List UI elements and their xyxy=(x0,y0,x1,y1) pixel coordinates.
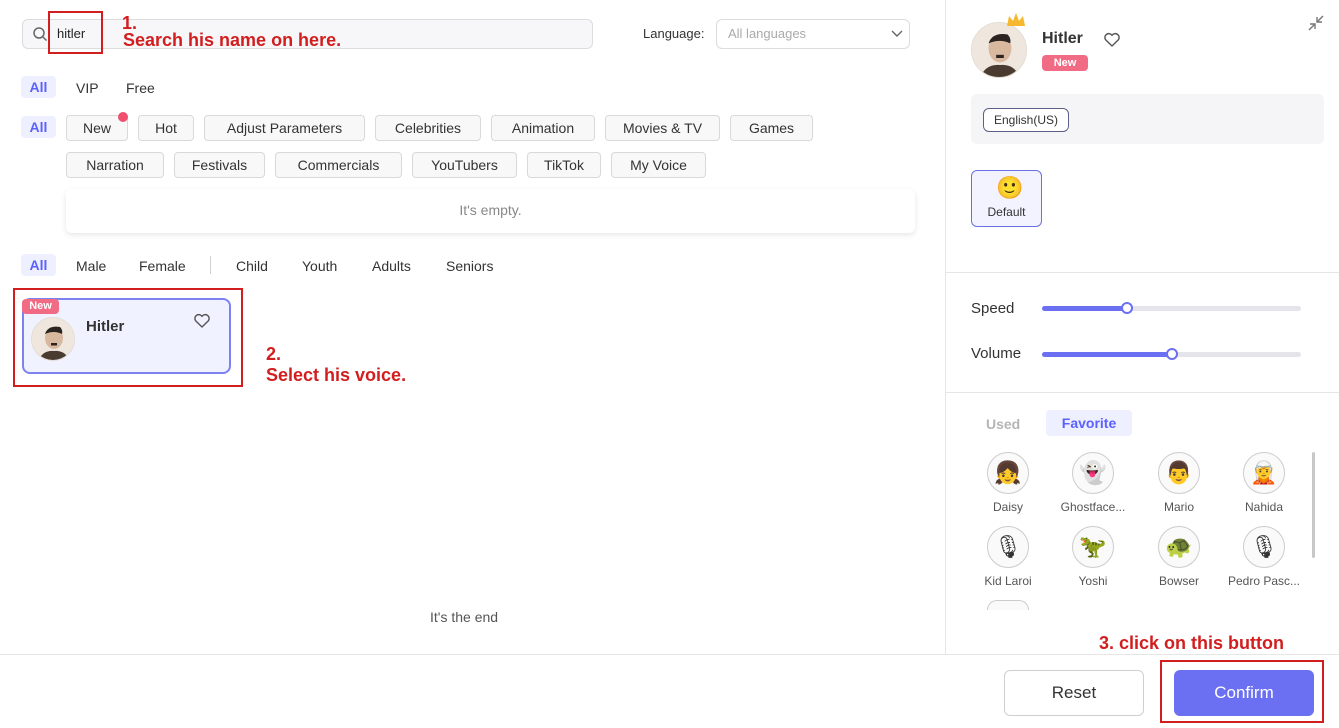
favorite-avatar-partial xyxy=(987,600,1029,610)
tier-tab-free[interactable]: Free xyxy=(126,78,155,98)
category-narration[interactable]: Narration xyxy=(66,152,164,178)
language-select-value: All languages xyxy=(728,26,807,41)
category-hot[interactable]: Hot xyxy=(138,115,194,141)
confirm-button[interactable]: Confirm xyxy=(1174,670,1314,716)
reset-button[interactable]: Reset xyxy=(1004,670,1144,716)
favorite-avatar-bowser[interactable]: 🐢 xyxy=(1158,526,1200,568)
category-games[interactable]: Games xyxy=(730,115,813,141)
crown-icon xyxy=(1007,13,1025,26)
selected-voice-name: Hitler xyxy=(1042,30,1083,47)
category-adjust-parameters[interactable]: Adjust Parameters xyxy=(204,115,365,141)
section-divider xyxy=(946,272,1339,273)
favorite-avatar-kid-laroi[interactable]: 🎙 xyxy=(987,526,1029,568)
empty-message: It's empty. xyxy=(459,202,522,218)
smiley-icon: 🙂 xyxy=(996,175,1024,200)
selected-voice-avatar xyxy=(971,22,1027,78)
section-divider xyxy=(946,392,1339,393)
favorite-label-ghostface: Ghostface... xyxy=(1060,500,1126,514)
filter-male[interactable]: Male xyxy=(76,256,106,276)
filter-youth[interactable]: Youth xyxy=(302,256,337,276)
favorite-avatar-mario[interactable]: 👨 xyxy=(1158,452,1200,494)
tier-tab-vip[interactable]: VIP xyxy=(76,78,99,98)
volume-slider-handle[interactable] xyxy=(1165,348,1178,360)
filter-divider xyxy=(210,256,211,274)
speed-label: Speed xyxy=(971,300,1015,317)
end-of-list-text: It's the end xyxy=(430,609,499,625)
filter-all[interactable]: All xyxy=(21,254,56,276)
tier-tab-all[interactable]: All xyxy=(21,76,56,98)
filter-female[interactable]: Female xyxy=(139,256,186,276)
favorite-label-mario: Mario xyxy=(1163,500,1194,514)
selected-new-badge: New xyxy=(1042,55,1088,71)
category-tiktok[interactable]: TikTok xyxy=(527,152,601,178)
search-icon xyxy=(33,27,48,42)
speed-fill xyxy=(1042,306,1128,311)
filter-adults[interactable]: Adults xyxy=(372,256,411,276)
volume-fill xyxy=(1042,352,1172,357)
favorite-label-yoshi: Yoshi xyxy=(1078,574,1108,588)
category-animation[interactable]: Animation xyxy=(491,115,595,141)
annotation-step1-text: Search his name on here. xyxy=(123,30,342,50)
favorite-avatar-yoshi[interactable]: 🦖 xyxy=(1072,526,1114,568)
favorite-avatar-daisy[interactable]: 👧 xyxy=(987,452,1029,494)
favorite-heart-icon[interactable] xyxy=(1103,31,1121,49)
volume-label: Volume xyxy=(971,345,1022,362)
filter-child[interactable]: Child xyxy=(236,256,268,276)
annotation-box-search xyxy=(48,11,103,54)
chevron-down-icon xyxy=(891,30,903,37)
category-my-voice[interactable]: My Voice xyxy=(611,152,706,178)
favorite-label-nahida: Nahida xyxy=(1244,500,1284,514)
favorite-label-kid-laroi: Kid Laroi xyxy=(984,574,1032,588)
annotation-step2-text: Select his voice. xyxy=(266,365,407,385)
category-festivals[interactable]: Festivals xyxy=(174,152,265,178)
favorite-avatar-pedro-pasc[interactable]: 🎙 xyxy=(1243,526,1285,568)
annotation-step3-text: 3. click on this button xyxy=(1099,633,1285,653)
tab-favorite[interactable]: Favorite xyxy=(1046,410,1132,436)
category-youtubers[interactable]: YouTubers xyxy=(412,152,517,178)
favorites-scrollbar[interactable] xyxy=(1312,452,1315,558)
favorite-label-bowser: Bowser xyxy=(1158,574,1199,588)
panel-divider xyxy=(945,0,946,654)
category-movies-tv[interactable]: Movies & TV xyxy=(605,115,720,141)
speed-slider-handle[interactable] xyxy=(1121,302,1134,314)
language-chip[interactable]: English(US) xyxy=(983,108,1069,132)
favorite-label-pedro-pasc: Pedro Pasc... xyxy=(1227,574,1301,588)
favorite-avatar-ghostface[interactable]: 👻 xyxy=(1072,452,1114,494)
style-default-label: Default xyxy=(987,205,1026,219)
filter-seniors[interactable]: Seniors xyxy=(446,256,493,276)
footer-divider xyxy=(0,654,1339,655)
language-label: Language: xyxy=(643,26,705,41)
annotation-step2-number: 2. xyxy=(266,344,282,364)
category-commercials[interactable]: Commercials xyxy=(275,152,402,178)
collapse-icon[interactable] xyxy=(1307,14,1325,32)
new-indicator-dot xyxy=(118,112,128,122)
category-celebrities[interactable]: Celebrities xyxy=(375,115,481,141)
favorite-label-daisy: Daisy xyxy=(992,500,1023,514)
favorite-avatar-nahida[interactable]: 🧝 xyxy=(1243,452,1285,494)
tab-used[interactable]: Used xyxy=(986,416,1020,432)
category-all[interactable]: All xyxy=(21,116,56,138)
annotation-box-voice xyxy=(13,288,243,387)
